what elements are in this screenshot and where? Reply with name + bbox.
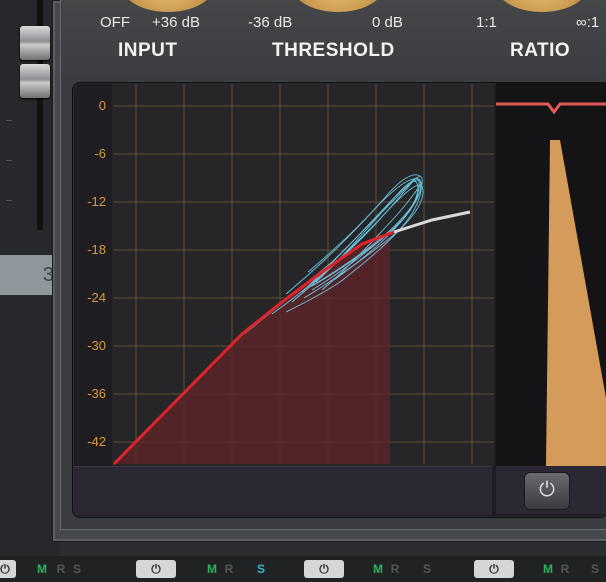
- track-number[interactable]: 3: [0, 255, 58, 295]
- y-tick-label: -24: [87, 290, 106, 305]
- record-button[interactable]: R: [54, 560, 68, 578]
- y-tick-label: -42: [87, 434, 106, 449]
- mute-button[interactable]: M: [370, 560, 386, 578]
- threshold-label: THRESHOLD: [272, 40, 395, 61]
- mute-button[interactable]: M: [204, 560, 220, 578]
- y-tick-label: 0: [99, 98, 106, 113]
- fader-cap-2[interactable]: [20, 64, 50, 98]
- mixer-strip: ⏻ M R S ⏻ M R S ⏻ M R S ⏻ M R S: [0, 556, 606, 582]
- fader-cap[interactable]: [20, 26, 50, 60]
- power-icon: ⏻: [539, 479, 555, 501]
- fader-tick: [6, 200, 12, 201]
- fader-tick: [6, 120, 12, 121]
- power-icon[interactable]: ⏻: [0, 560, 16, 578]
- ratio-label: RATIO: [510, 40, 571, 61]
- solo-button[interactable]: S: [70, 560, 84, 578]
- solo-button[interactable]: S: [420, 560, 434, 578]
- input-knob[interactable]: [122, 0, 214, 12]
- input-label: INPUT: [118, 40, 178, 61]
- threshold-knob[interactable]: [292, 0, 384, 12]
- input-min-label: OFF: [100, 14, 130, 31]
- y-tick-label: -18: [87, 242, 106, 257]
- ratio-min-label: 1:1: [476, 14, 497, 31]
- power-icon[interactable]: ⏻: [136, 560, 176, 578]
- mute-button[interactable]: M: [34, 560, 50, 578]
- record-button[interactable]: R: [558, 560, 572, 578]
- input-max-label: +36 dB: [152, 14, 200, 31]
- fader-tick: [6, 160, 12, 161]
- plugin-header: OFF +36 dB INPUT -36 dB 0 dB THRESHOLD 1…: [62, 0, 606, 78]
- mute-button[interactable]: M: [540, 560, 556, 578]
- threshold-max-label: 0 dB: [372, 14, 403, 31]
- record-button[interactable]: R: [222, 560, 236, 578]
- transfer-curve-graph: 0 -6 -12 -18 -24 -30 -36 -42: [87, 82, 606, 466]
- solo-button[interactable]: S: [254, 560, 268, 578]
- power-icon[interactable]: ⏻: [304, 560, 344, 578]
- ratio-knob[interactable]: [496, 0, 588, 12]
- threshold-min-label: -36 dB: [248, 14, 293, 31]
- ratio-max-label: ∞:1: [576, 14, 600, 31]
- graph-bottom-bar: [74, 466, 492, 515]
- y-tick-label: -30: [87, 338, 106, 353]
- y-tick-label: -6: [94, 146, 106, 161]
- y-tick-label: -12: [87, 194, 106, 209]
- solo-button[interactable]: S: [588, 560, 602, 578]
- y-axis: 0 -6 -12 -18 -24 -30 -36 -42: [87, 98, 106, 449]
- power-button[interactable]: ⏻: [524, 472, 570, 510]
- power-icon[interactable]: ⏻: [474, 560, 514, 578]
- y-tick-label: -36: [87, 386, 106, 401]
- record-button[interactable]: R: [388, 560, 402, 578]
